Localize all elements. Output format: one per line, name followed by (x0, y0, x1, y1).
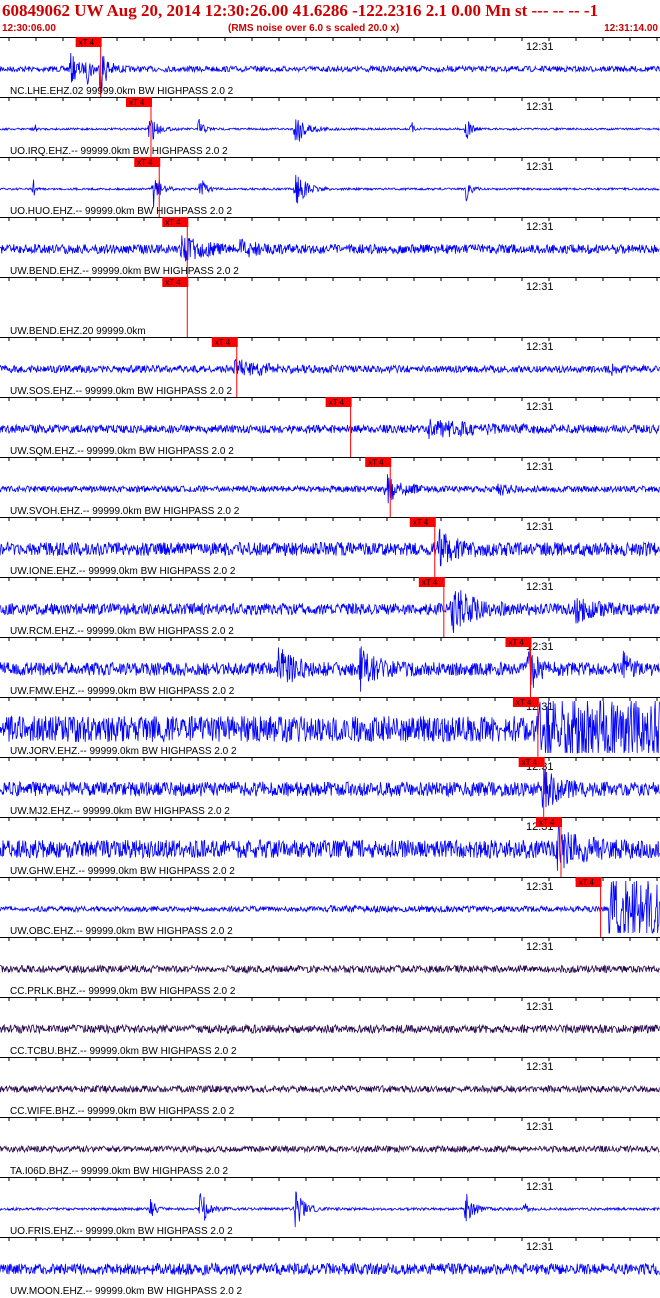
time-marker-label: 12:31 (526, 161, 554, 173)
pick-label: xT 4 (522, 758, 538, 767)
seismogram-panel: 12:31xT 4NC.LHE.EHZ.02 99999.0km BW HIGH… (0, 37, 660, 1297)
waveform-trace (0, 1023, 660, 1035)
time-marker-label: 12:31 (526, 1241, 554, 1253)
waveform-trace (0, 769, 660, 808)
time-marker-label: 12:31 (526, 461, 554, 473)
station-label: UW.FMW.EHZ.-- 99999.0km BW HIGHPASS 2.0 … (10, 686, 235, 697)
station-label: UW.SQM.EHZ.-- 99999.0km BW HIGHPASS 2.0 … (10, 446, 234, 457)
window-start-time: 12:30:06.00 (2, 23, 56, 34)
time-marker-label: 12:31 (526, 1121, 554, 1133)
time-window-bar: 12:30:06.00 (RMS noise over 6.0 s scaled… (0, 22, 660, 36)
pick-label: xT 4 (165, 218, 181, 227)
pick-label: xT 4 (137, 158, 153, 167)
station-label: UW.RCM.EHZ.-- 99999.0km BW HIGHPASS 2.0 … (10, 626, 234, 637)
time-marker-label: 12:31 (526, 1061, 554, 1073)
waveform-trace (0, 528, 660, 567)
station-label: UW.SVOH.EHZ.-- 99999.0km BW HIGHPASS 2.0… (10, 506, 240, 517)
station-label: CC.WIFE.BHZ.-- 99999.0km BW HIGHPASS 2.0… (10, 1106, 235, 1117)
time-marker-label: 12:31 (526, 881, 554, 893)
pick-label: xT 4 (79, 38, 95, 47)
pick-label: xT 4 (579, 878, 595, 887)
pick-label: xT 4 (165, 278, 181, 287)
event-header-title: 60849062 UW Aug 20, 2014 12:30:26.00 41.… (2, 1, 599, 20)
station-label: TA.I06D.BHZ.-- 99999.0km BW HIGHPASS 2.0… (10, 1166, 228, 1177)
waveform-trace (0, 1191, 660, 1228)
waveform-trace (0, 418, 660, 440)
waveform-trace (0, 174, 660, 208)
time-marker-label: 12:31 (526, 1181, 554, 1193)
station-label: UW.BEND.EHZ.20 99999.0km (10, 326, 146, 337)
station-label: UW.GHW.EHZ.-- 99999.0km BW HIGHPASS 2.0 … (10, 866, 235, 877)
time-marker-label: 12:31 (526, 1001, 554, 1013)
pick-label: xT 4 (422, 578, 438, 587)
waveform-trace (0, 1261, 660, 1277)
time-marker-label: 12:31 (526, 941, 554, 953)
waveform-trace (0, 646, 660, 692)
station-label: UW.SOS.EHZ.-- 99999.0km BW HIGHPASS 2.0 … (10, 386, 233, 397)
time-marker-label: 12:31 (526, 101, 554, 113)
station-label: UW.MJ2.EHZ.-- 99999.0km BW HIGHPASS 2.0 … (10, 806, 230, 817)
waveform-trace (0, 964, 660, 975)
station-label: NC.LHE.EHZ.02 99999.0km BW HIGHPASS 2.0 … (10, 86, 234, 97)
pick-label: xT 4 (368, 458, 384, 467)
pick-label: xT 4 (129, 98, 145, 107)
station-label: UO.FRIS.EHZ.-- 99999.0km BW HIGHPASS 2.0… (10, 1226, 233, 1237)
waveform-trace (0, 235, 660, 262)
station-label: UW.IONE.EHZ.-- 99999.0km BW HIGHPASS 2.0… (10, 566, 236, 577)
station-label: UW.MOON.EHZ.-- 99999.0km BW HIGHPASS 2.0… (10, 1286, 243, 1297)
station-label: CC.PRLK.BHZ.-- 99999.0km BW HIGHPASS 2.0… (10, 986, 236, 997)
time-marker-label: 12:31 (526, 221, 554, 233)
waveform-trace (0, 358, 660, 377)
pick-label: xT 4 (539, 818, 555, 827)
waveform-trace (0, 822, 660, 871)
time-marker-label: 12:31 (526, 341, 554, 353)
pick-label: xT 4 (215, 338, 231, 347)
waveform-trace (0, 118, 660, 142)
window-end-time: 12:31:14.00 (604, 23, 658, 34)
station-label: UW.BEND.EHZ.-- 99999.0km BW HIGHPASS 2.0… (10, 266, 239, 277)
time-marker-label: 12:31 (526, 281, 554, 293)
pick-label: xT 4 (516, 698, 532, 707)
station-label: UW.JORV.EHZ.-- 99999.0km BW HIGHPASS 2.0… (10, 746, 237, 757)
time-marker-label: 12:31 (526, 401, 554, 413)
rms-noise-note: (RMS noise over 6.0 s scaled 20.0 x) (228, 23, 400, 34)
waveform-trace (0, 1144, 660, 1154)
time-marker-label: 12:31 (526, 521, 554, 533)
pick-label: xT 4 (329, 398, 345, 407)
pick-label: xT 4 (413, 518, 429, 527)
station-label: UW.OBC.EHZ.-- 99999.0km BW HIGHPASS 2.0 … (10, 926, 233, 937)
time-marker-label: 12:31 (526, 41, 554, 53)
station-label: UO.HUO.EHZ.-- 99999.0km BW HIGHPASS 2.0 … (10, 206, 233, 217)
time-marker-label: 12:31 (526, 581, 554, 593)
station-label: UO.IRQ.EHZ.-- 99999.0km BW HIGHPASS 2.0 … (10, 146, 228, 157)
station-label: CC.TCBU.BHZ.-- 99999.0km BW HIGHPASS 2.0… (10, 1046, 237, 1057)
waveform-trace (0, 474, 660, 504)
pick-label: xT 4 (508, 638, 524, 647)
waveform-trace (0, 1084, 660, 1094)
